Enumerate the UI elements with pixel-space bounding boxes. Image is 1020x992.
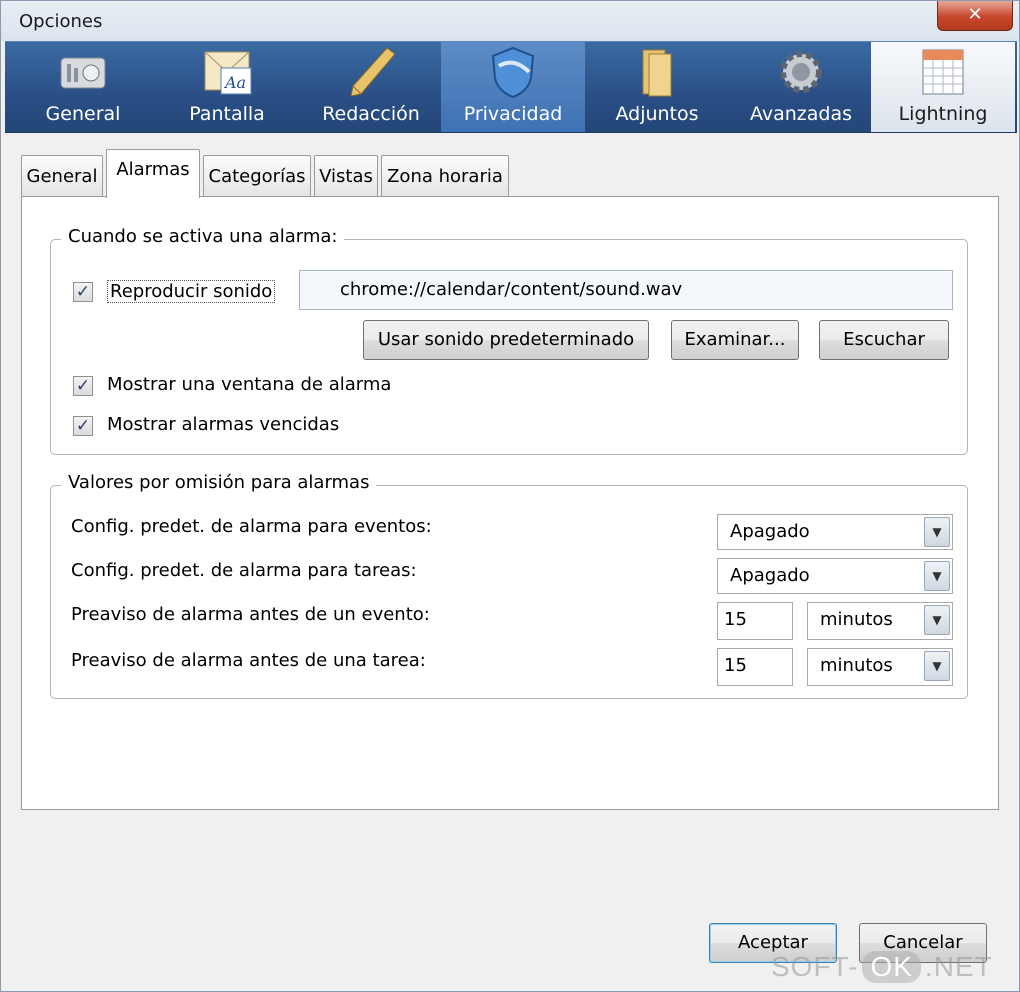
chevron-down-icon[interactable]: ▼	[924, 517, 950, 547]
watermark-left: SOFT-	[771, 951, 859, 982]
group-legend: Cuando se activa una alarma:	[61, 226, 345, 247]
watermark-right: .NET	[924, 951, 993, 982]
chevron-down-icon[interactable]: ▼	[924, 561, 950, 591]
watermark: SOFT- OK .NET	[771, 951, 993, 983]
pane-lightning[interactable]: Lightning	[871, 42, 1015, 132]
window-title: Opciones	[19, 11, 103, 32]
pane-general[interactable]: General	[11, 42, 155, 132]
pane-label: Pantalla	[189, 103, 265, 125]
chevron-down-icon[interactable]: ▼	[924, 605, 950, 635]
event-default-select[interactable]: Apagado ▼	[717, 514, 953, 550]
browse-button[interactable]: Examinar...	[671, 320, 799, 360]
svg-text:Aa: Aa	[223, 73, 246, 92]
task-default-select[interactable]: Apagado ▼	[717, 558, 953, 594]
event-reminder-input[interactable]: 15	[717, 602, 793, 640]
select-value: Apagado	[730, 565, 810, 586]
compose-icon	[350, 47, 396, 97]
pane-label: Adjuntos	[615, 103, 699, 125]
show-missed-checkbox[interactable]: ✓	[73, 416, 93, 436]
alarms-panel: Cuando se activa una alarma: ✓ Reproduci…	[21, 196, 999, 810]
play-sound-checkbox[interactable]: ✓	[73, 282, 93, 302]
chevron-down-icon[interactable]: ▼	[924, 651, 950, 681]
show-window-label[interactable]: Mostrar una ventana de alarma	[107, 374, 391, 395]
select-value: Apagado	[730, 521, 810, 542]
pane-label: General	[45, 103, 121, 125]
sound-path-field[interactable]: chrome://calendar/content/sound.wav	[299, 270, 953, 310]
task-reminder-label: Preaviso de alarma antes de una tarea:	[71, 650, 426, 671]
listen-button[interactable]: Escuchar	[819, 320, 949, 360]
task-default-label: Config. predet. de alarma para tareas:	[71, 560, 417, 581]
title-bar[interactable]: Opciones ✕	[1, 1, 1019, 41]
pane-attachments[interactable]: Adjuntos	[585, 42, 729, 132]
pane-compose[interactable]: Redacción	[299, 42, 443, 132]
options-dialog: Opciones ✕ General Aa Pantalla Redacción…	[0, 0, 1020, 992]
pane-privacy[interactable]: Privacidad	[441, 42, 585, 132]
pane-label: Redacción	[322, 103, 420, 125]
play-sound-label[interactable]: Reproducir sonido	[107, 280, 276, 303]
tab-timezone[interactable]: Zona horaria	[381, 155, 509, 197]
display-icon: Aa	[204, 51, 252, 95]
default-sound-button[interactable]: Usar sonido predeterminado	[363, 320, 649, 360]
pane-label: Privacidad	[463, 103, 563, 125]
watermark-ok: OK	[862, 951, 921, 983]
general-icon	[60, 57, 106, 89]
tab-categories[interactable]: Categorías	[203, 155, 311, 197]
attachments-icon	[642, 49, 672, 97]
pane-label: Avanzadas	[749, 103, 853, 125]
advanced-icon	[780, 51, 822, 93]
tab-general[interactable]: General	[21, 155, 103, 197]
select-value: minutos	[820, 609, 893, 630]
event-reminder-label: Preaviso de alarma antes de un evento:	[71, 604, 430, 625]
pane-label: Lightning	[898, 103, 988, 125]
show-missed-label[interactable]: Mostrar alarmas vencidas	[107, 414, 339, 435]
task-reminder-unit-select[interactable]: minutos ▼	[807, 648, 953, 686]
privacy-icon	[491, 46, 535, 98]
event-reminder-unit-select[interactable]: minutos ▼	[807, 602, 953, 640]
tab-views[interactable]: Vistas	[314, 155, 378, 197]
alarm-defaults-group: Valores por omisión para alarmas Config.…	[50, 472, 968, 699]
tab-alarms[interactable]: Alarmas	[106, 149, 200, 198]
pane-advanced[interactable]: Avanzadas	[729, 42, 873, 132]
event-default-label: Config. predet. de alarma para eventos:	[71, 516, 432, 537]
alarm-trigger-group: Cuando se activa una alarma: ✓ Reproduci…	[50, 226, 968, 455]
pane-display[interactable]: Aa Pantalla	[155, 42, 299, 132]
preferences-toolbar: General Aa Pantalla Redacción Privacidad…	[5, 41, 1017, 133]
close-button[interactable]: ✕	[937, 1, 1013, 31]
select-value: minutos	[820, 655, 893, 676]
task-reminder-input[interactable]: 15	[717, 648, 793, 686]
show-window-checkbox[interactable]: ✓	[73, 376, 93, 396]
calendar-icon	[922, 49, 964, 95]
group-legend: Valores por omisión para alarmas	[61, 472, 377, 493]
